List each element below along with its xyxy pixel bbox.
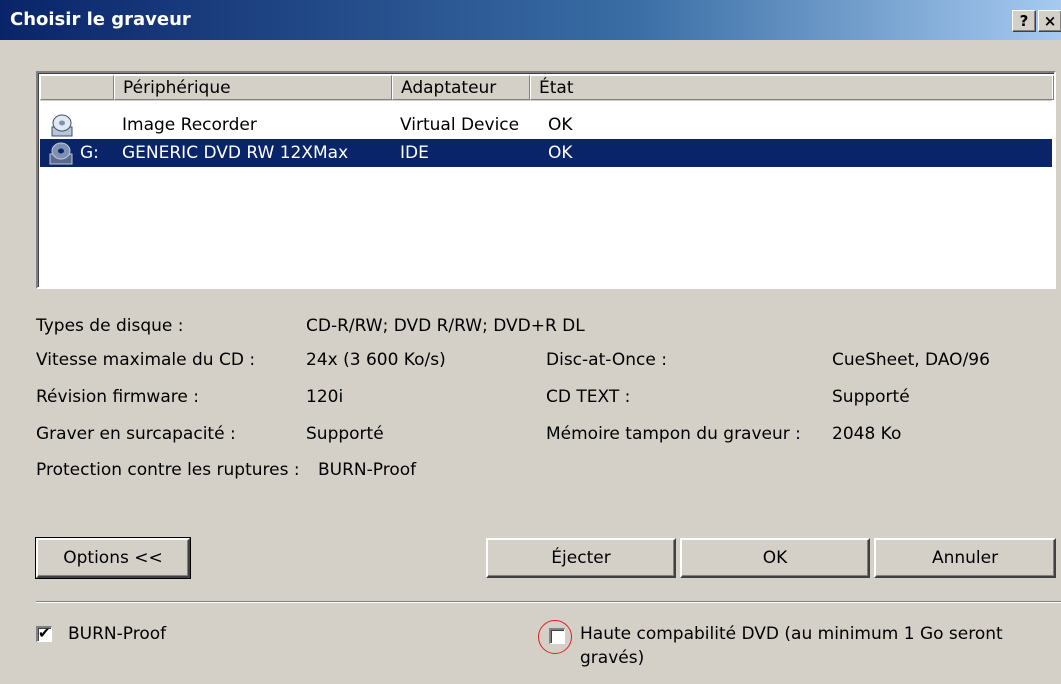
- column-header-icon[interactable]: [40, 75, 114, 100]
- cancel-button[interactable]: Annuler: [874, 538, 1056, 578]
- cd-text-label: CD TEXT :: [546, 387, 631, 407]
- device-name: Image Recorder: [122, 115, 257, 135]
- dvd-compat-label-line2: gravés): [580, 648, 645, 668]
- image-recorder-icon: [51, 114, 73, 137]
- eject-button[interactable]: Éjecter: [486, 538, 676, 578]
- drive-letter: G:: [80, 143, 99, 163]
- disc-types-label: Types de disque :: [36, 316, 184, 336]
- dvd-compat-label: Haute compabilité DVD (au minimum 1 Go s…: [580, 624, 1003, 644]
- separator: [36, 601, 1061, 603]
- max-speed-label: Vitesse maximale du CD :: [36, 350, 256, 370]
- overburn-value: Supporté: [306, 424, 384, 444]
- close-button[interactable]: ×: [1038, 10, 1061, 32]
- window-title: Choisir le graveur: [10, 9, 191, 30]
- dao-label: Disc-at-Once :: [546, 350, 667, 370]
- title-bar: Choisir le graveur ? ×: [0, 0, 1061, 40]
- column-header-state[interactable]: État: [530, 75, 1054, 100]
- device-list[interactable]: Périphérique Adaptateur État Image Recor…: [36, 71, 1056, 289]
- column-header-adapter[interactable]: Adaptateur: [392, 75, 530, 100]
- dvd-compat-checkbox[interactable]: [549, 628, 565, 644]
- burn-proof-label: BURN-Proof: [68, 624, 167, 644]
- list-item-generic-dvd[interactable]: G: GENERIC DVD RW 12XMax IDE OK: [40, 139, 1052, 167]
- help-button[interactable]: ?: [1012, 10, 1036, 32]
- list-header: Périphérique Adaptateur État: [40, 75, 1054, 101]
- dvd-burner-icon: [49, 142, 73, 165]
- buffer-value: 2048 Ko: [832, 424, 902, 444]
- device-state: OK: [548, 143, 573, 163]
- firmware-value: 120i: [306, 387, 344, 407]
- cd-text-value: Supporté: [832, 387, 910, 407]
- device-name: GENERIC DVD RW 12XMax: [122, 143, 349, 163]
- protection-value: BURN-Proof: [318, 460, 417, 480]
- column-header-device[interactable]: Périphérique: [114, 75, 392, 100]
- list-item-image-recorder[interactable]: Image Recorder Virtual Device OK: [40, 111, 1052, 139]
- check-icon: ✔: [38, 624, 51, 642]
- max-speed-value: 24x (3 600 Ko/s): [306, 350, 446, 370]
- device-adapter: Virtual Device: [400, 115, 520, 135]
- device-state: OK: [548, 115, 573, 135]
- dao-value: CueSheet, DAO/96: [832, 350, 990, 370]
- firmware-label: Révision firmware :: [36, 387, 199, 407]
- options-button[interactable]: Options <<: [35, 537, 191, 579]
- disc-types-value: CD-R/RW; DVD R/RW; DVD+R DL: [306, 316, 585, 336]
- device-adapter: IDE: [400, 143, 429, 163]
- overburn-label: Graver en surcapacité :: [36, 424, 236, 444]
- protection-label: Protection contre les ruptures :: [36, 460, 300, 480]
- ok-button[interactable]: OK: [680, 538, 870, 578]
- burn-proof-checkbox[interactable]: ✔: [36, 624, 52, 642]
- buffer-label: Mémoire tampon du graveur :: [546, 424, 801, 444]
